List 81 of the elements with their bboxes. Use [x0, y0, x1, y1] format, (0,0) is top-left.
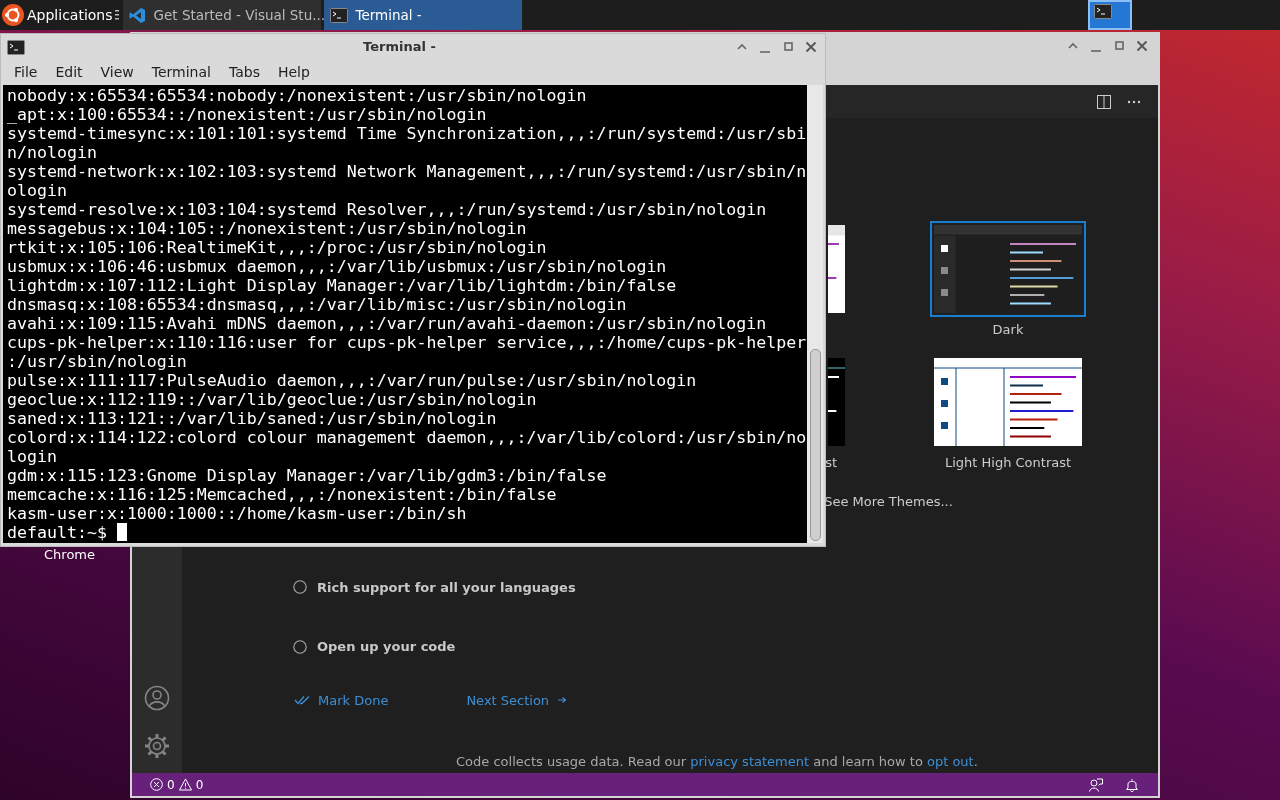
terminal-line: usbmux:x:106:46:usbmux daemon,,,:/var/lib/usbmux:/usr/sbin/nologin [7, 257, 668, 276]
error-count: 0 [167, 776, 175, 794]
terminal-line: systemd-resolve:x:103:104:systemd Resolver,,,:/run/systemd:/usr/sbin/nologin [7, 200, 768, 219]
minimize-icon [1091, 50, 1101, 52]
telemetry-notice: Code collects usage data. Read our privacy statement and learn how to opt out. [456, 753, 979, 771]
terminal-line: systemd-network:x:102:103:systemd Network Management,,,:/run/systemd:/usr/sbin/n [7, 162, 807, 181]
step-title[interactable]: Open up your code [317, 637, 456, 657]
error-icon [150, 778, 163, 791]
warning-icon [178, 778, 192, 791]
text-cursor [116, 523, 127, 541]
settings-button[interactable] [144, 733, 170, 759]
desktop-icon-label[interactable]: Chrome [44, 545, 95, 565]
menu-item[interactable]: File [5, 62, 47, 83]
double-check-icon [294, 695, 310, 706]
account-icon [144, 685, 170, 711]
terminal-line: colord:x:114:122:colord colour management daemon,,,:/var/lib/colord:/usr/sbin/no [7, 428, 807, 447]
warning-count: 0 [195, 776, 204, 794]
separator-handle-icon [114, 9, 120, 21]
ubuntu-logo-icon [2, 4, 24, 26]
terminal-line: _apt:x:100:65534::/nonexistent:/usr/sbin/nologin [7, 105, 488, 124]
theme-label: Dark [991, 321, 1025, 339]
terminal-icon [1094, 4, 1112, 19]
terminal-line: lightdm:x:107:112:Light Display Manager:/var/lib/lightdm:/bin/false [7, 276, 678, 295]
close-button[interactable] [1134, 38, 1150, 54]
terminal-line: geoclue:x:112:119::/var/lib/geoclue:/usr/sbin/nologin [7, 390, 538, 409]
terminal-line: gdm:x:115:123:Gnome Display Manager:/var/lib/gdm3:/bin/false [7, 466, 608, 485]
close-button[interactable] [803, 39, 819, 55]
minimize-icon [760, 51, 770, 53]
terminal-prompt: default:~$ [7, 523, 107, 542]
maximize-icon [1113, 40, 1125, 52]
step-checkbox[interactable] [293, 639, 307, 654]
terminal-icon [7, 39, 25, 55]
workspace-switcher[interactable] [1088, 0, 1132, 30]
terminal-line: nobody:x:65534:65534:nobody:/nonexistent:/usr/sbin/nologin [7, 86, 588, 105]
terminal-line: dnsmasq:x:108:65534:dnsmasq,,,:/var/lib/misc:/usr/sbin/nologin [7, 295, 628, 314]
terminal-line: messagebus:x:104:105::/nonexistent:/usr/sbin/nologin [7, 219, 528, 238]
terminal-line: rtkit:x:105:106:RealtimeKit,,,:/proc:/usr/sbin/nologin [7, 238, 548, 257]
person-feedback-icon [1089, 777, 1103, 792]
notifications-button[interactable] [1124, 776, 1140, 793]
terminal-line: :/usr/sbin/nologin [7, 352, 188, 371]
taskbar-button[interactable]: Terminal - [323, 0, 522, 30]
menu-item[interactable]: Help [268, 62, 319, 83]
footer-link[interactable]: privacy statement [690, 754, 810, 769]
terminal-line: saned:x:113:121::/var/lib/saned:/usr/sbin/nologin [7, 409, 498, 428]
close-icon [1136, 40, 1148, 52]
terminal-line: pulse:x:111:117:PulseAudio daemon,,,:/var/run/pulse:/usr/sbin/nologin [7, 371, 698, 390]
theme-label: Light High Contrast [943, 453, 1073, 472]
next-section-link[interactable]: Next Section [466, 690, 568, 710]
step-title[interactable]: Rich support for all your languages [317, 577, 576, 597]
theme-label: st [824, 453, 838, 472]
feedback-button[interactable] [1088, 776, 1104, 793]
scrollbar-thumb[interactable] [810, 349, 821, 541]
split-editor-icon [1097, 94, 1111, 109]
applications-menu-button[interactable]: Applications [0, 0, 115, 30]
accounts-button[interactable] [144, 685, 170, 711]
menu-item[interactable]: Terminal [142, 62, 220, 83]
arrow-right-icon [557, 696, 568, 705]
terminal-line: avahi:x:109:115:Avahi mDNS daemon,,,:/var/run/avahi-daemon:/usr/sbin/nologin [7, 314, 768, 333]
terminal-line: login [7, 447, 58, 466]
terminal-line: ologin [7, 181, 68, 200]
menu-item[interactable]: Tabs [219, 62, 269, 83]
terminal-icon [329, 7, 348, 23]
terminal-line: memcache:x:116:125:Memcached,,,:/nonexistent:/bin/false [7, 485, 558, 504]
window-title: Terminal - [362, 38, 437, 57]
vscode-icon [128, 6, 146, 24]
footer-link[interactable]: opt out [927, 754, 974, 769]
menu-item[interactable]: Edit [46, 62, 92, 83]
maximize-icon [782, 41, 794, 53]
bell-icon [1126, 777, 1138, 792]
menu-item[interactable]: View [91, 62, 143, 83]
step-checkbox[interactable] [293, 580, 307, 595]
terminal-line: n/nologin [7, 143, 98, 162]
split-editor-button[interactable] [1096, 93, 1112, 110]
terminal-line: cups-pk-helper:x:110:116:user for cups-pk-helper service,,,:/home/cups-pk-helper [7, 333, 807, 352]
more-icon [1127, 99, 1141, 104]
mark-done-link[interactable]: Mark Done [294, 690, 389, 710]
terminal-line: kasm-user:x:1000:1000::/home/kasm-user:/bin/sh [7, 504, 468, 523]
settings-icon [144, 733, 170, 759]
close-icon [805, 41, 817, 53]
problems-status-button[interactable]: 0 0 [150, 776, 204, 793]
terminal-line: systemd-timesync:x:101:101:systemd Time Synchronization,,,:/run/systemd:/usr/sbi [7, 124, 807, 143]
